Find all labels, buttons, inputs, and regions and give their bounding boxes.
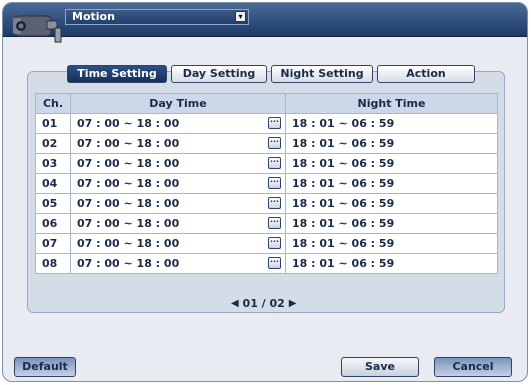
ellipsis-icon[interactable]: ··· <box>268 137 281 149</box>
column-header-night-time: Night Time <box>285 93 498 114</box>
table-header-row: Ch. Day Time Night Time <box>35 93 498 114</box>
column-header-day-time: Day Time <box>70 93 286 114</box>
table-row: 08 07 : 00 ~ 18 : 00 ··· 18 : 01 ~ 06 : 5… <box>35 253 498 274</box>
table-row: 02 07 : 00 ~ 18 : 00 ··· 18 : 01 ~ 06 : 5… <box>35 133 498 154</box>
day-time-value: 07 : 00 ~ 18 : 00 <box>77 197 180 210</box>
day-time-cell: 07 : 00 ~ 18 : 00 ··· <box>70 113 286 134</box>
table-row: 05 07 : 00 ~ 18 : 00 ··· 18 : 01 ~ 06 : 5… <box>35 193 498 214</box>
night-time-cell: 18 : 01 ~ 06 : 59 <box>285 113 498 134</box>
ellipsis-icon[interactable]: ··· <box>268 157 281 169</box>
day-time-value: 07 : 00 ~ 18 : 00 <box>77 117 180 130</box>
cancel-button[interactable]: Cancel <box>434 357 512 377</box>
pager: ◀ 01 / 02 ▶ <box>231 296 296 310</box>
ellipsis-icon[interactable]: ··· <box>268 117 281 129</box>
night-time-cell: 18 : 01 ~ 06 : 59 <box>285 153 498 174</box>
table-row: 01 07 : 00 ~ 18 : 00 ··· 18 : 01 ~ 06 : 5… <box>35 113 498 134</box>
tab-night-setting[interactable]: Night Setting <box>271 65 373 83</box>
night-time-cell: 18 : 01 ~ 06 : 59 <box>285 133 498 154</box>
day-time-cell: 07 : 00 ~ 18 : 00 ··· <box>70 153 286 174</box>
day-time-value: 07 : 00 ~ 18 : 00 <box>77 257 180 270</box>
tab-time-setting[interactable]: Time Setting <box>67 65 167 83</box>
ellipsis-icon[interactable]: ··· <box>268 257 281 269</box>
day-time-cell: 07 : 00 ~ 18 : 00 ··· <box>70 133 286 154</box>
ellipsis-icon[interactable]: ··· <box>268 177 281 189</box>
menu-select-value: Motion <box>72 10 115 23</box>
night-time-cell: 18 : 01 ~ 06 : 59 <box>285 173 498 194</box>
channel-cell: 08 <box>35 253 71 274</box>
dropdown-icon[interactable]: ▾ <box>235 11 246 22</box>
channel-cell: 05 <box>35 193 71 214</box>
table-row: 06 07 : 00 ~ 18 : 00 ··· 18 : 01 ~ 06 : 5… <box>35 213 498 234</box>
channel-cell: 07 <box>35 233 71 254</box>
day-time-cell: 07 : 00 ~ 18 : 00 ··· <box>70 233 286 254</box>
tab-action[interactable]: Action <box>377 65 475 83</box>
night-time-cell: 18 : 01 ~ 06 : 59 <box>285 193 498 214</box>
camera-icon <box>13 15 62 43</box>
save-button[interactable]: Save <box>341 357 419 377</box>
night-time-cell: 18 : 01 ~ 06 : 59 <box>285 213 498 234</box>
motion-settings-window: Motion ▾ Time Setting Day Setting Night … <box>2 2 528 382</box>
previous-page-icon[interactable]: ◀ <box>231 298 239 309</box>
tab-day-setting[interactable]: Day Setting <box>171 65 267 83</box>
night-time-cell: 18 : 01 ~ 06 : 59 <box>285 253 498 274</box>
time-setting-table: Ch. Day Time Night Time 01 07 : 00 ~ 18 … <box>35 93 498 274</box>
day-time-value: 07 : 00 ~ 18 : 00 <box>77 157 180 170</box>
channel-cell: 04 <box>35 173 71 194</box>
day-time-value: 07 : 00 ~ 18 : 00 <box>77 177 180 190</box>
day-time-cell: 07 : 00 ~ 18 : 00 ··· <box>70 253 286 274</box>
table-row: 07 07 : 00 ~ 18 : 00 ··· 18 : 01 ~ 06 : 5… <box>35 233 498 254</box>
day-time-value: 07 : 00 ~ 18 : 00 <box>77 237 180 250</box>
next-page-icon[interactable]: ▶ <box>289 298 297 309</box>
night-time-cell: 18 : 01 ~ 06 : 59 <box>285 233 498 254</box>
day-time-cell: 07 : 00 ~ 18 : 00 ··· <box>70 213 286 234</box>
menu-select[interactable]: Motion ▾ <box>65 9 249 25</box>
ellipsis-icon[interactable]: ··· <box>268 237 281 249</box>
ellipsis-icon[interactable]: ··· <box>268 197 281 209</box>
day-time-value: 07 : 00 ~ 18 : 00 <box>77 217 180 230</box>
channel-cell: 02 <box>35 133 71 154</box>
channel-cell: 03 <box>35 153 71 174</box>
page-indicator: 01 / 02 <box>242 296 285 310</box>
table-row: 03 07 : 00 ~ 18 : 00 ··· 18 : 01 ~ 06 : 5… <box>35 153 498 174</box>
channel-cell: 06 <box>35 213 71 234</box>
table-row: 04 07 : 00 ~ 18 : 00 ··· 18 : 01 ~ 06 : 5… <box>35 173 498 194</box>
day-time-value: 07 : 00 ~ 18 : 00 <box>77 137 180 150</box>
column-header-ch: Ch. <box>35 93 71 114</box>
channel-cell: 01 <box>35 113 71 134</box>
day-time-cell: 07 : 00 ~ 18 : 00 ··· <box>70 193 286 214</box>
day-time-cell: 07 : 00 ~ 18 : 00 ··· <box>70 173 286 194</box>
ellipsis-icon[interactable]: ··· <box>268 217 281 229</box>
default-button[interactable]: Default <box>14 357 76 377</box>
